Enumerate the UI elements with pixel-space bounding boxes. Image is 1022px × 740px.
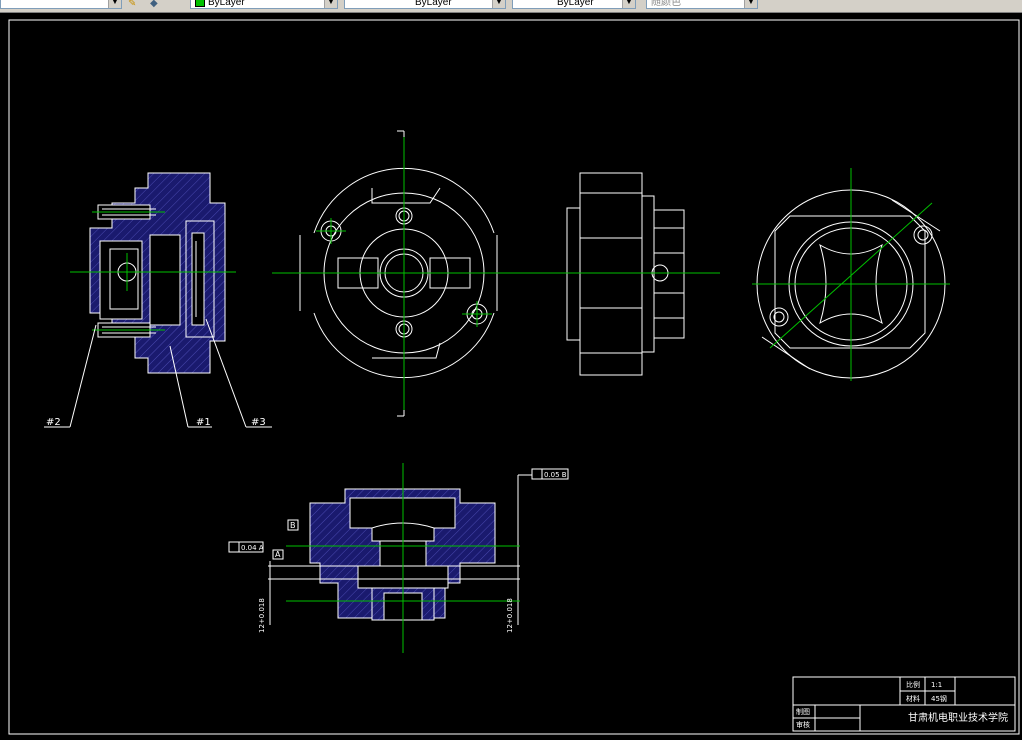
svg-text:A: A	[275, 550, 281, 559]
scale-label: 比例	[906, 680, 920, 689]
chevron-down-icon[interactable]: ▼	[492, 0, 505, 8]
lineweight-control-combo[interactable]: ByLayer ▼	[512, 0, 636, 9]
section-view-bottom	[268, 474, 532, 625]
layer-control-combo[interactable]: ▼	[0, 0, 122, 9]
linetype-control-value: ByLayer	[415, 0, 452, 8]
material-label: 材料	[906, 694, 920, 703]
chevron-down-icon[interactable]: ▼	[744, 0, 757, 8]
svg-text:0.05 B: 0.05 B	[544, 471, 567, 479]
chevron-down-icon[interactable]: ▼	[108, 0, 121, 8]
chevron-down-icon[interactable]: ▼	[622, 0, 635, 8]
color-control-combo[interactable]: ByLayer ▼	[190, 0, 338, 9]
lineweight-control-value: ByLayer	[557, 0, 594, 8]
scale-value: 1:1	[931, 681, 942, 689]
callout-part2: #2	[46, 417, 61, 428]
plotstyle-control-combo[interactable]: 随颜色 ▼	[646, 0, 758, 9]
callout-part3: #3	[251, 417, 266, 428]
perpendicularity-tolerance-frame: 0.05 B	[531, 468, 569, 480]
callout-part1: #1	[196, 417, 211, 428]
side-view	[566, 172, 685, 376]
svg-text:B: B	[290, 521, 296, 530]
section-view-assembly	[89, 172, 226, 374]
dimension-left: 12+0.018	[258, 598, 266, 633]
flatness-tolerance-frame: 0.04 A	[228, 541, 264, 553]
svg-text:0.04 A: 0.04 A	[241, 544, 264, 552]
plotstyle-control-value: 随颜色	[651, 0, 681, 8]
material-value: 45钢	[931, 694, 947, 703]
institution-name: 甘肃机电职业技术学院	[908, 711, 1008, 724]
drawn-label: 制图	[796, 707, 810, 716]
dimension-right: 12+0.018	[506, 598, 514, 633]
properties-toolbar: ▼ ✎ ◆ ByLayer ▼ ByLayer ▼ ByLayer ▼ 随颜色 …	[0, 0, 1022, 13]
color-swatch-icon	[195, 0, 205, 8]
datum-b-box: B	[287, 519, 299, 531]
centerlines-view4	[752, 168, 950, 381]
cad-drawing: #2 #1 #3 B A 0.04 A 0.05 B 12+0.018 12+0…	[8, 19, 1020, 735]
make-layer-current-icon[interactable]: ✎	[128, 0, 136, 10]
color-control-value: ByLayer	[208, 0, 245, 8]
layer-previous-icon[interactable]: ◆	[150, 0, 158, 10]
centerlines-view2	[272, 137, 540, 410]
checked-label: 审核	[796, 720, 810, 729]
linetype-control-combo[interactable]: ByLayer ▼	[344, 0, 506, 9]
chevron-down-icon[interactable]: ▼	[324, 0, 337, 8]
drawing-canvas[interactable]: #2 #1 #3 B A 0.04 A 0.05 B 12+0.018 12+0…	[0, 13, 1022, 740]
datum-a-box: A	[272, 549, 284, 560]
